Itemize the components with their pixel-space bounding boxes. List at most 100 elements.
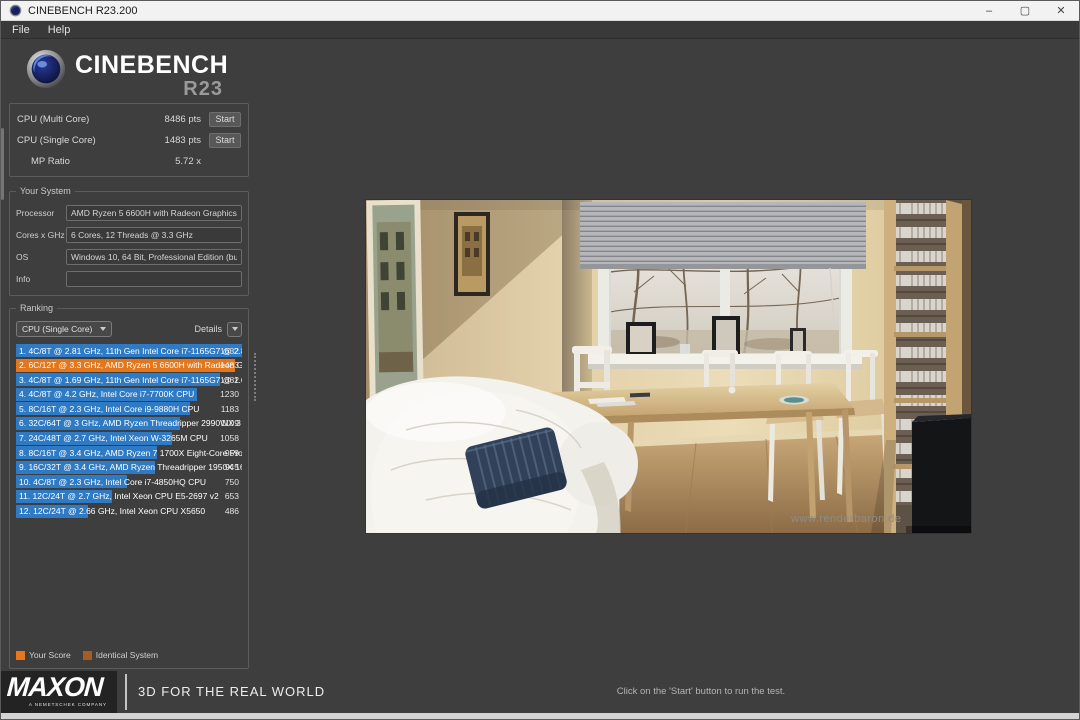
render-scene: www.renderbaron.de	[366, 200, 971, 533]
ranking-row-score: 1230	[220, 389, 239, 400]
ranking-row[interactable]: 5. 8C/16T @ 2.3 GHz, Intel Core i9-9880H…	[16, 402, 242, 416]
ranking-row[interactable]: 4. 4C/8T @ 4.2 GHz, Intel Core i7-7700K …	[16, 387, 242, 401]
your-system-section: Your System Processor Cores x GHz OS Inf…	[9, 186, 249, 296]
legend-swatch	[82, 650, 92, 660]
window-bottom-edge	[1, 713, 1079, 719]
ranking-filter-row: CPU (Single Core) Details	[16, 319, 242, 339]
ranking-row-score: 1058	[220, 433, 239, 444]
info-label: Info	[16, 274, 31, 284]
cinema4d-app-icon	[9, 4, 22, 17]
ranking-row[interactable]: 12. 12C/24T @ 2.66 GHz, Intel Xeon CPU X…	[16, 504, 242, 518]
details-label: Details	[194, 324, 222, 334]
ranking-row[interactable]: 9. 16C/32T @ 3.4 GHz, AMD Ryzen Threadri…	[16, 460, 242, 474]
ranking-row-label: 3. 4C/8T @ 1.69 GHz, 11th Gen Intel Core…	[19, 374, 242, 385]
status-message: Click on the 'Start' button to run the t…	[616, 686, 786, 697]
side-panel: CINEBENCH R23 CPU (Multi Core) 8486 pts …	[9, 41, 249, 669]
ranking-row-score: 1532	[220, 345, 239, 356]
panel-scrollbar-thumb[interactable]	[1, 128, 4, 200]
system-row-processor: Processor	[16, 202, 242, 224]
legend-swatch	[16, 650, 25, 660]
menu-bar: File Help	[1, 21, 1079, 39]
cores-field[interactable]	[66, 227, 242, 243]
title-bar: CINEBENCH R23.200 – ▢ ✕	[1, 1, 1079, 21]
ranking-row-score: 959	[224, 447, 239, 458]
ranking-legend: Ranking	[16, 303, 58, 313]
ranking-row[interactable]: 11. 12C/24T @ 2.7 GHz, Intel Xeon CPU E5…	[16, 489, 242, 503]
maximize-button[interactable]: ▢	[1007, 1, 1043, 20]
footer-divider	[125, 674, 127, 710]
window-title: CINEBENCH R23.200	[28, 4, 138, 17]
render-watermark: www.renderbaron.de	[790, 513, 902, 525]
ranking-filter-dropdown[interactable]: CPU (Single Core)	[16, 321, 112, 337]
minimize-button[interactable]: –	[971, 1, 1007, 20]
ranking-list: 1. 4C/8T @ 2.81 GHz, 11th Gen Intel Core…	[16, 344, 242, 519]
cinebench-logo: CINEBENCH R23	[9, 41, 249, 103]
os-label: OS	[16, 252, 29, 262]
scene-bookshelf	[871, 200, 971, 533]
ranking-row-label: 4. 4C/8T @ 4.2 GHz, Intel Core i7-7700K …	[19, 389, 195, 400]
ranking-row-score: 1109	[220, 418, 239, 429]
ranking-row-score: 1483	[220, 360, 239, 371]
mpratio-value: 5.72 x	[175, 156, 201, 167]
ranking-color-legend: Your Score Identical System	[16, 647, 242, 663]
details-control: Details	[194, 321, 242, 337]
menu-item-file[interactable]: File	[3, 21, 39, 39]
cinebench-sphere-icon	[26, 49, 66, 89]
ranking-row[interactable]: 2. 6C/12T @ 3.3 GHz, AMD Ryzen 5 6600H w…	[16, 358, 242, 372]
ranking-row-label: 11. 12C/24T @ 2.7 GHz, Intel Xeon CPU E5…	[19, 491, 219, 502]
cores-label: Cores x GHz	[16, 230, 65, 240]
ranking-row[interactable]: 10. 4C/8T @ 2.3 GHz, Intel Core i7-4850H…	[16, 475, 242, 489]
ranking-row-score: 1382	[220, 374, 239, 385]
system-row-cores: Cores x GHz	[16, 224, 242, 246]
close-button[interactable]: ✕	[1043, 1, 1079, 20]
singlecore-start-button[interactable]: Start	[209, 133, 241, 148]
multicore-score: 8486 pts	[164, 114, 201, 125]
benchmark-row-singlecore: CPU (Single Core) 1483 pts Start	[17, 130, 241, 151]
system-row-info: Info	[16, 268, 242, 290]
ranking-row-score: 750	[224, 476, 239, 487]
multicore-start-button[interactable]: Start	[209, 112, 241, 127]
info-field[interactable]	[66, 271, 242, 287]
ranking-row-score: 486	[224, 506, 239, 517]
footer-tagline: 3D FOR THE REAL WORLD	[138, 684, 326, 699]
your-system-legend: Your System	[16, 186, 75, 196]
footer-bar: MAXON A NEMETSCHEK COMPANY 3D FOR THE RE…	[1, 671, 1079, 713]
mpratio-spacer	[209, 154, 241, 169]
details-dropdown-button[interactable]	[227, 321, 242, 337]
window-controls: – ▢ ✕	[971, 1, 1079, 20]
ranking-row-label: 8. 8C/16T @ 3.4 GHz, AMD Ryzen 7 1700X E…	[19, 447, 242, 458]
ranking-row-label: 7. 24C/48T @ 2.7 GHz, Intel Xeon W-3265M…	[19, 433, 208, 444]
maxon-logo: MAXON A NEMETSCHEK COMPANY	[1, 671, 117, 713]
ranking-row[interactable]: 8. 8C/16T @ 3.4 GHz, AMD Ryzen 7 1700X E…	[16, 446, 242, 460]
benchmark-row-multicore: CPU (Multi Core) 8486 pts Start	[17, 109, 241, 130]
ranking-row[interactable]: 3. 4C/8T @ 1.69 GHz, 11th Gen Intel Core…	[16, 373, 242, 387]
ranking-row-label: 10. 4C/8T @ 2.3 GHz, Intel Core i7-4850H…	[19, 476, 207, 487]
ranking-row-label: 2. 6C/12T @ 3.3 GHz, AMD Ryzen 5 6600H w…	[19, 360, 242, 371]
ranking-row-label: 1. 4C/8T @ 2.81 GHz, 11th Gen Intel Core…	[19, 345, 242, 356]
ranking-filter-value: CPU (Single Core)	[22, 324, 93, 334]
ranking-row-label: 6. 32C/64T @ 3 GHz, AMD Ryzen Threadripp…	[19, 418, 241, 429]
ranking-row-label: 12. 12C/24T @ 2.66 GHz, Intel Xeon CPU X…	[19, 506, 206, 517]
ranking-row-label: 5. 8C/16T @ 2.3 GHz, Intel Core i9-9880H…	[19, 403, 200, 414]
ranking-row[interactable]: 6. 32C/64T @ 3 GHz, AMD Ryzen Threadripp…	[16, 416, 242, 430]
scene-window	[580, 202, 866, 369]
menu-item-help[interactable]: Help	[39, 21, 80, 39]
benchmark-row-mpratio: MP Ratio 5.72 x	[17, 151, 241, 172]
panel-splitter-handle[interactable]	[254, 353, 256, 401]
legend-label: Your Score	[29, 650, 71, 660]
chevron-down-icon	[231, 327, 238, 331]
ranking-row[interactable]: 1. 4C/8T @ 2.81 GHz, 11th Gen Intel Core…	[16, 344, 242, 357]
ranking-row[interactable]: 7. 24C/48T @ 2.7 GHz, Intel Xeon W-3265M…	[16, 431, 242, 445]
ranking-row-label: 9. 16C/32T @ 3.4 GHz, AMD Ryzen Threadri…	[19, 462, 242, 473]
ranking-row-score: 945	[224, 462, 239, 473]
maxon-wordmark: MAXON	[5, 672, 104, 702]
ranking-section: Ranking CPU (Single Core) Details 1. 4C/…	[9, 303, 249, 669]
ranking-row-score: 1183	[220, 403, 239, 414]
multicore-label: CPU (Multi Core)	[17, 114, 90, 125]
legend-label: Identical System	[95, 650, 159, 660]
os-field[interactable]	[66, 249, 242, 265]
ranking-row-score: 653	[224, 491, 239, 502]
processor-field[interactable]	[66, 205, 242, 221]
system-row-os: OS	[16, 246, 242, 268]
processor-label: Processor	[16, 208, 55, 218]
